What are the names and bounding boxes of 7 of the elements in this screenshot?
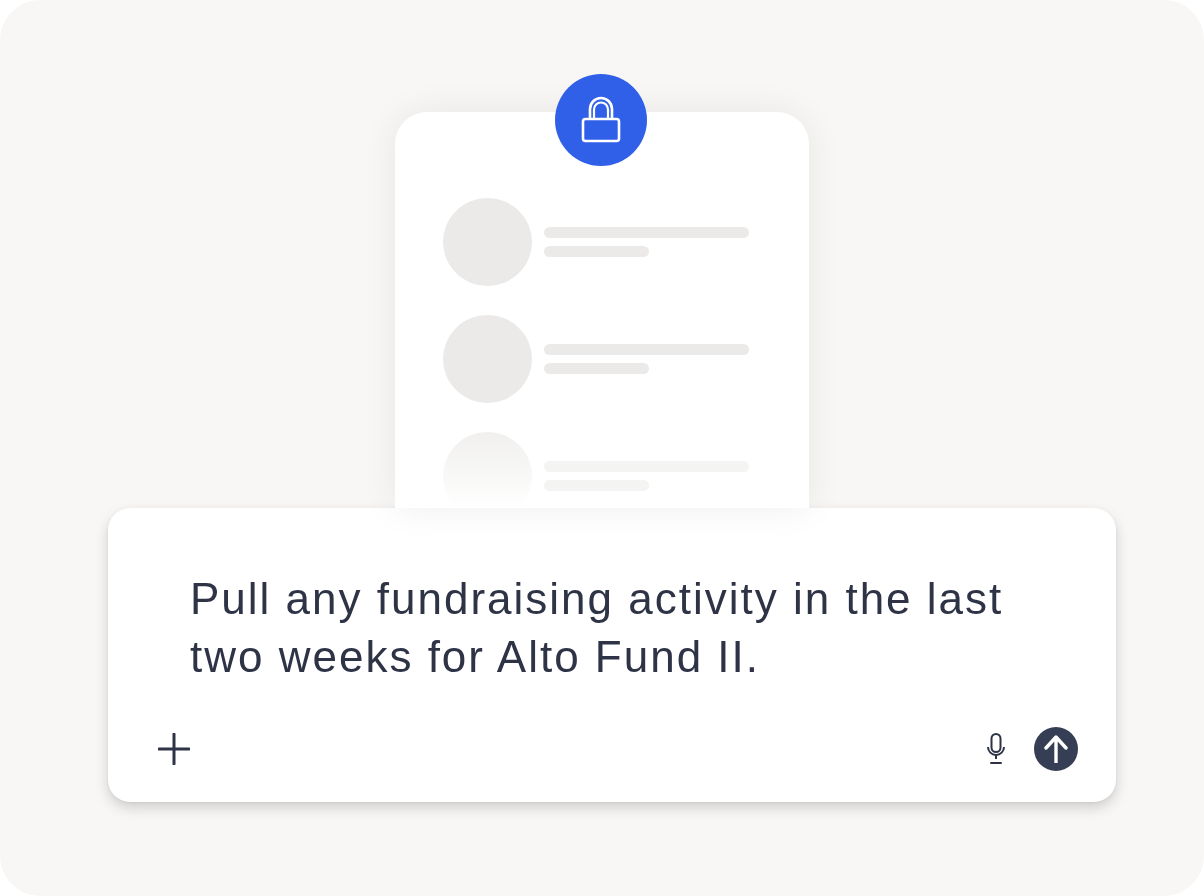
- prompt-input[interactable]: Pull any fundraising activity in the last two weeks for Alto Fund II.: [190, 570, 1040, 686]
- microphone-icon: [986, 733, 1006, 765]
- send-button[interactable]: [1034, 727, 1078, 771]
- add-button[interactable]: [158, 733, 190, 765]
- plus-icon: [158, 733, 190, 765]
- arrow-up-icon: [1044, 735, 1068, 763]
- microphone-button[interactable]: [986, 733, 1006, 765]
